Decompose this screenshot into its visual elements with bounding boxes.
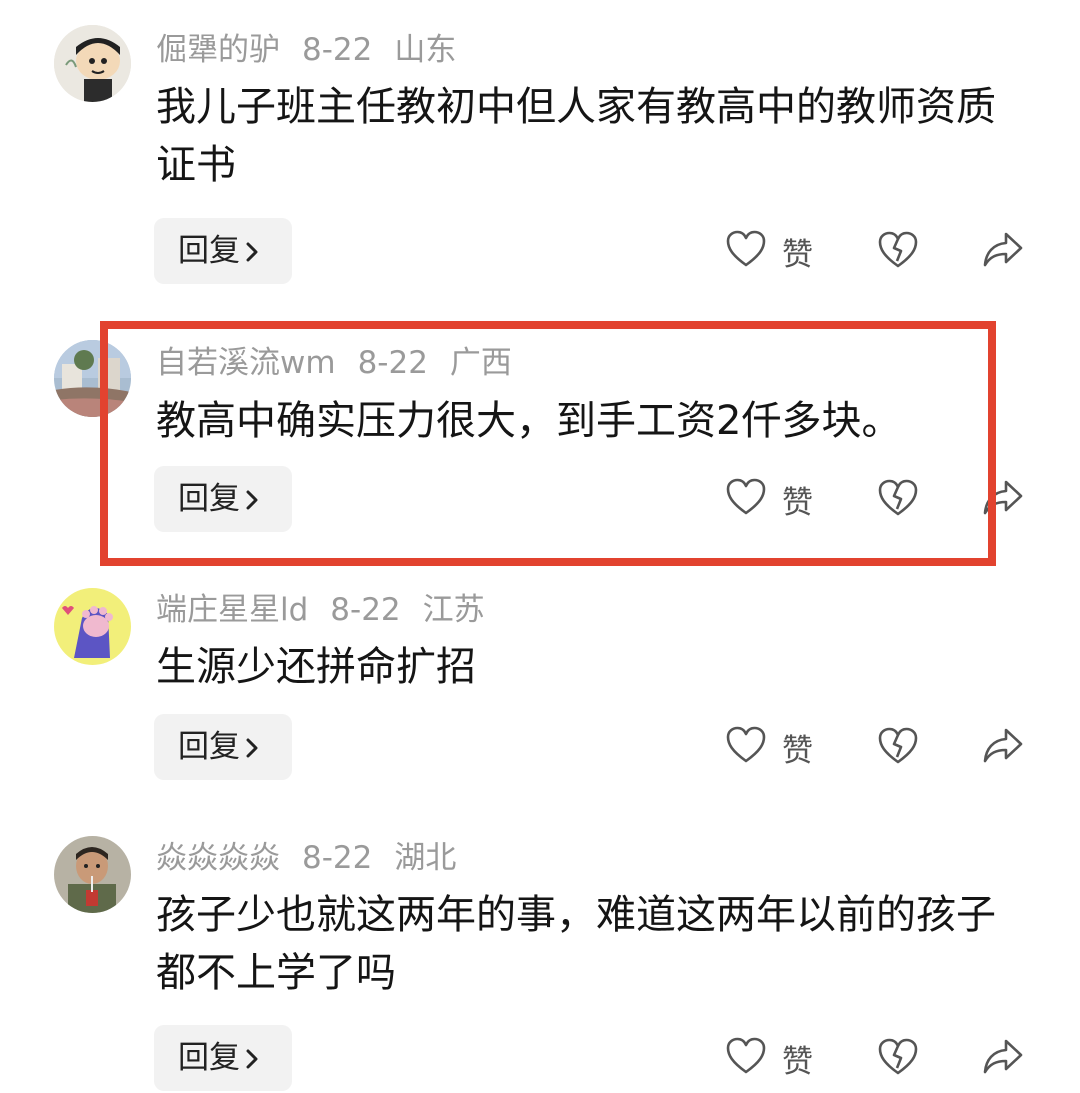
dislike-button[interactable] xyxy=(878,726,918,770)
comment-meta: 自若溪流wm 8-22 广西 xyxy=(156,343,534,383)
heart-icon xyxy=(726,230,766,272)
avatar[interactable] xyxy=(54,836,131,913)
like-label: 赞 xyxy=(782,1043,813,1080)
broken-heart-icon xyxy=(878,231,918,273)
share-arrow-icon xyxy=(982,1038,1024,1080)
chevron-right-icon xyxy=(244,220,260,286)
reply-label: 回复 xyxy=(178,729,240,765)
reply-label: 回复 xyxy=(178,233,240,269)
username[interactable]: 自若溪流wm xyxy=(156,345,336,381)
share-button[interactable] xyxy=(982,230,1024,274)
reply-button[interactable]: 回复 xyxy=(154,466,292,532)
comment-item: 焱焱焱焱 8-22 湖北 孩子少也就这两年的事，难道这两年以前的孩子都不上学了吗 回… xyxy=(0,820,1080,1091)
comment-date: 8-22 xyxy=(357,345,428,381)
like-button[interactable]: 赞 xyxy=(726,228,813,274)
share-arrow-icon xyxy=(982,479,1024,521)
comment-date: 8-22 xyxy=(302,32,373,68)
comment-location: 江苏 xyxy=(422,592,485,628)
username[interactable]: 端庄星星ld xyxy=(156,592,308,628)
like-button[interactable]: 赞 xyxy=(726,724,813,770)
share-button[interactable] xyxy=(982,478,1024,522)
heart-icon xyxy=(726,1037,766,1079)
username[interactable]: 倔犟的驴 xyxy=(156,32,280,68)
share-button[interactable] xyxy=(982,726,1024,770)
comment-date: 8-22 xyxy=(302,840,373,876)
avatar[interactable] xyxy=(54,588,131,665)
avatar[interactable] xyxy=(54,25,131,102)
avatar-image xyxy=(54,340,131,417)
broken-heart-icon xyxy=(878,727,918,769)
like-label: 赞 xyxy=(782,732,813,769)
like-button[interactable]: 赞 xyxy=(726,476,813,522)
comment-text: 生源少还拼命扩招 xyxy=(156,644,476,690)
reply-label: 回复 xyxy=(178,1040,240,1076)
comment-item: 端庄星星ld 8-22 江苏 生源少还拼命扩招 回复 赞 xyxy=(0,570,1080,820)
chevron-right-icon xyxy=(244,716,260,782)
avatar[interactable] xyxy=(54,340,131,417)
heart-icon xyxy=(726,726,766,768)
dislike-button[interactable] xyxy=(878,230,918,274)
comment-item: 自若溪流wm 8-22 广西 教高中确实压力很大，到手工资2仟多块。 回复 赞 xyxy=(0,300,1080,570)
chevron-right-icon xyxy=(244,1027,260,1093)
reply-label: 回复 xyxy=(178,481,240,517)
comment-text: 孩子少也就这两年的事，难道这两年以前的孩子都不上学了吗 xyxy=(156,892,996,996)
heart-icon xyxy=(726,478,766,520)
comment-item: 倔犟的驴 8-22 山东 我儿子班主任教初中但人家有教高中的教师资质证书 回复 赞 xyxy=(0,0,1080,300)
comment-meta: 倔犟的驴 8-22 山东 xyxy=(156,30,478,70)
comment-meta: 端庄星星ld 8-22 江苏 xyxy=(156,590,507,630)
share-arrow-icon xyxy=(982,231,1024,273)
reply-button[interactable]: 回复 xyxy=(154,218,292,284)
username[interactable]: 焱焱焱焱 xyxy=(156,840,280,876)
share-arrow-icon xyxy=(982,727,1024,769)
comment-location: 湖北 xyxy=(394,840,457,876)
broken-heart-icon xyxy=(878,1038,918,1080)
dislike-button[interactable] xyxy=(878,1037,918,1081)
like-label: 赞 xyxy=(782,236,813,273)
avatar-image xyxy=(54,25,131,102)
share-button[interactable] xyxy=(982,1037,1024,1081)
reply-button[interactable]: 回复 xyxy=(154,714,292,780)
comment-location: 山东 xyxy=(394,32,457,68)
comment-date: 8-22 xyxy=(330,592,401,628)
comment-meta: 焱焱焱焱 8-22 湖北 xyxy=(156,838,478,878)
like-label: 赞 xyxy=(782,484,813,521)
dislike-button[interactable] xyxy=(878,478,918,522)
broken-heart-icon xyxy=(878,479,918,521)
chevron-right-icon xyxy=(244,468,260,534)
comment-text: 我儿子班主任教初中但人家有教高中的教师资质证书 xyxy=(156,84,996,188)
avatar-image xyxy=(54,588,131,665)
comment-text: 教高中确实压力很大，到手工资2仟多块。 xyxy=(156,398,902,444)
reply-button[interactable]: 回复 xyxy=(154,1025,292,1091)
avatar-image xyxy=(54,836,131,913)
comment-location: 广西 xyxy=(449,345,512,381)
like-button[interactable]: 赞 xyxy=(726,1035,813,1081)
